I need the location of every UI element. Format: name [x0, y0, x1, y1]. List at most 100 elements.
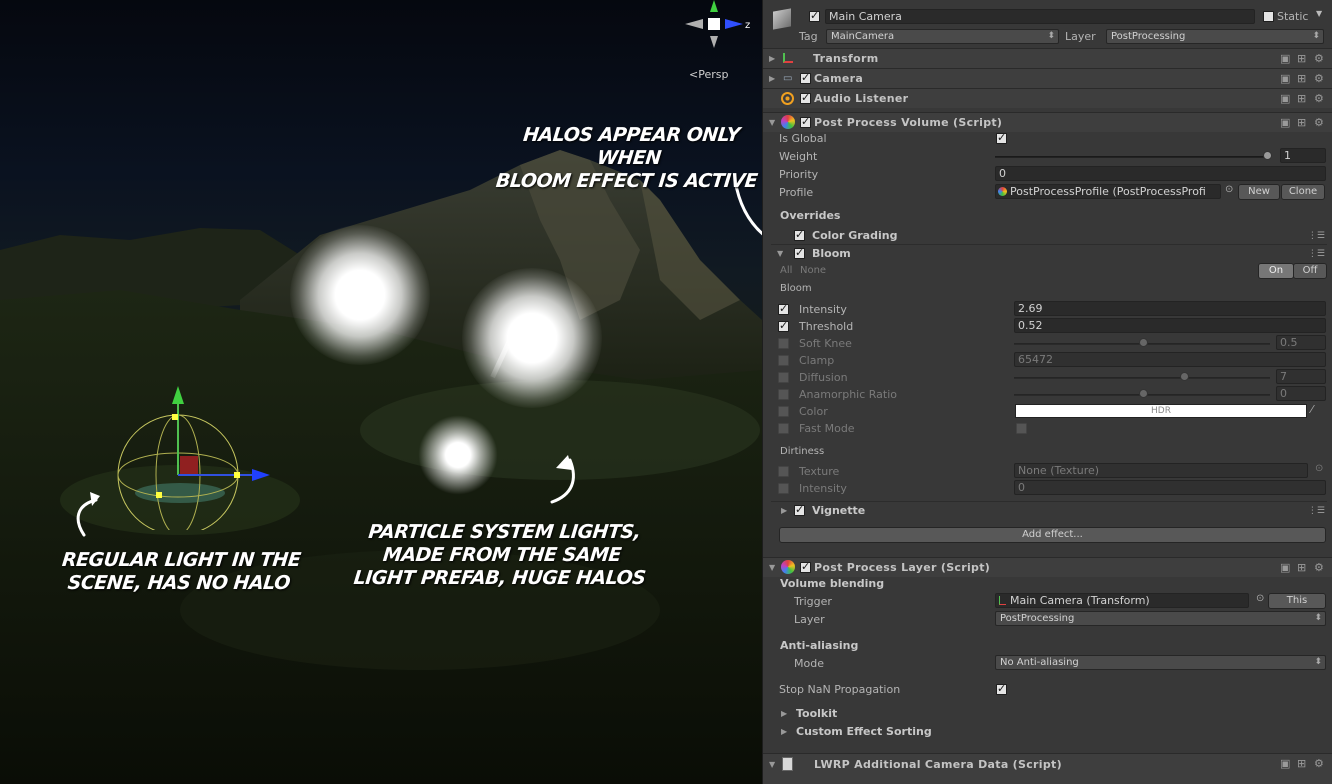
static-dropdown-icon[interactable]: ▼ — [1316, 9, 1322, 18]
gear-icon: ⚙ — [1314, 72, 1324, 85]
priority-label: Priority — [779, 168, 819, 181]
none-toggle[interactable]: None — [800, 265, 826, 276]
persp-icon: < — [689, 68, 699, 81]
dirt-intensity-override-checkbox[interactable] — [778, 483, 789, 494]
menu-icon[interactable]: ⋮☰ — [1308, 506, 1325, 516]
overrides-label: Overrides — [780, 209, 841, 222]
vignette-checkbox[interactable] — [794, 503, 805, 516]
soft-knee-override-checkbox[interactable] — [778, 338, 789, 349]
weight-slider-thumb[interactable] — [1263, 151, 1272, 160]
is-global-checkbox[interactable] — [996, 131, 1007, 144]
preset-icon: ⊞ — [1297, 52, 1307, 65]
texture-override-checkbox[interactable] — [778, 466, 789, 477]
dirt-intensity-label: Intensity — [799, 482, 847, 495]
diffusion-override-checkbox[interactable] — [778, 372, 789, 383]
layer-label: Layer — [1065, 30, 1096, 43]
perspective-label[interactable]: <Persp — [689, 68, 728, 81]
stop-nan-checkbox[interactable] — [996, 682, 1007, 695]
clamp-override-checkbox[interactable] — [778, 355, 789, 366]
fold-arrow-icon: ▼ — [777, 249, 784, 258]
fast-mode-override-checkbox[interactable] — [778, 423, 789, 434]
bloom-color-swatch: HDR — [1015, 404, 1307, 418]
post-layer-enabled-checkbox[interactable] — [800, 560, 811, 573]
anamorphic-override-checkbox[interactable] — [778, 389, 789, 400]
custom-sorting-foldout[interactable]: ▶ Custom Effect Sorting — [763, 723, 1332, 741]
add-effect-button[interactable]: Add effect... — [779, 527, 1326, 543]
intensity-override-checkbox[interactable] — [778, 302, 789, 315]
camera-enabled-checkbox[interactable] — [800, 71, 811, 84]
tag-dropdown[interactable]: MainCamera — [826, 29, 1059, 44]
color-label: Color — [799, 405, 828, 418]
this-button[interactable]: This — [1268, 593, 1326, 609]
clone-profile-button[interactable]: Clone — [1281, 184, 1325, 200]
profile-label: Profile — [779, 186, 814, 199]
gear-icon: ⚙ — [1314, 52, 1324, 65]
diffusion-field: 7 — [1276, 369, 1326, 384]
vignette-effect[interactable]: ▶ Vignette ⋮☰ — [771, 501, 1327, 519]
transform-icon — [999, 596, 1006, 605]
object-name-field[interactable]: Main Camera — [825, 9, 1255, 24]
bloom-on-button[interactable]: On — [1258, 263, 1294, 279]
audio-listener-checkbox[interactable] — [800, 91, 811, 104]
aa-mode-dropdown[interactable]: No Anti-aliasing — [995, 655, 1326, 670]
toolkit-foldout[interactable]: ▶ Toolkit — [763, 705, 1332, 723]
clamp-label: Clamp — [799, 354, 835, 367]
help-icon: ▣ — [1280, 72, 1291, 85]
color-override-checkbox[interactable] — [778, 406, 789, 417]
object-picker-icon[interactable]: ⊙ — [1225, 184, 1233, 195]
fold-arrow-icon: ▼ — [769, 118, 776, 127]
eyedropper-icon[interactable]: ⁄ — [1311, 403, 1313, 416]
priority-field[interactable]: 0 — [995, 166, 1326, 181]
fast-mode-checkbox — [1016, 423, 1027, 434]
intensity-field[interactable]: 2.69 — [1014, 301, 1326, 316]
scene-view[interactable]: z <Persp HALOS APPEAR ONLY WHEN BLOOM EFF… — [0, 0, 762, 784]
light-gizmo[interactable] — [110, 380, 280, 530]
trigger-picker-icon[interactable]: ⊙ — [1256, 593, 1264, 604]
audio-listener-header[interactable]: Audio Listener ▣⊞⚙ — [763, 88, 1332, 108]
fold-arrow-icon: ▶ — [781, 709, 788, 718]
diffusion-slider-thumb — [1180, 372, 1189, 381]
transform-header[interactable]: ▶ Transform ▣ ⊞ ⚙ — [763, 48, 1332, 68]
post-process-layer-header[interactable]: ▼ Post Process Layer (Script) ▣⊞⚙ — [763, 557, 1332, 577]
menu-icon[interactable]: ⋮☰ — [1308, 249, 1325, 259]
new-profile-button[interactable]: New — [1238, 184, 1280, 200]
color-grading-effect[interactable]: Color Grading ⋮☰ — [771, 227, 1327, 245]
weight-field[interactable]: 1 — [1280, 148, 1326, 163]
audio-listener-icon — [781, 92, 794, 105]
post-process-volume-header[interactable]: ▼ Post Process Volume (Script) ▣⊞⚙ — [763, 112, 1332, 132]
trigger-field[interactable]: Main Camera (Transform) — [995, 593, 1249, 608]
preset-icon: ⊞ — [1297, 116, 1307, 129]
bloom-off-button[interactable]: Off — [1293, 263, 1327, 279]
gear-icon: ⚙ — [1314, 561, 1324, 574]
static-label[interactable]: Static — [1277, 10, 1308, 23]
color-grading-checkbox[interactable] — [794, 228, 805, 241]
fold-arrow-icon: ▶ — [769, 54, 776, 63]
static-checkbox[interactable] — [1263, 11, 1274, 22]
menu-icon[interactable]: ⋮☰ — [1308, 231, 1325, 241]
scene-orientation-gizmo[interactable]: z — [683, 0, 755, 62]
threshold-field[interactable]: 0.52 — [1014, 318, 1326, 333]
lwrp-camera-data-header[interactable]: ▼ LWRP Additional Camera Data (Script) ▣… — [763, 753, 1332, 784]
object-active-checkbox[interactable] — [809, 9, 820, 22]
profile-field[interactable]: PostProcessProfile (PostProcessProfi — [995, 184, 1221, 199]
preset-icon: ⊞ — [1297, 72, 1307, 85]
diffusion-slider-track — [1014, 377, 1270, 379]
soft-knee-field: 0.5 — [1276, 335, 1326, 350]
weight-slider-track[interactable] — [995, 156, 1267, 158]
threshold-override-checkbox[interactable] — [778, 319, 789, 332]
anamorphic-field: 0 — [1276, 386, 1326, 401]
camera-header[interactable]: ▶ ▭ Camera ▣⊞⚙ — [763, 68, 1332, 88]
bloom-checkbox[interactable] — [794, 246, 805, 259]
dirtiness-section-label: Dirtiness — [780, 446, 825, 457]
fold-arrow-icon: ▼ — [769, 563, 776, 572]
annotation-top: HALOS APPEAR ONLY WHEN BLOOM EFFECT IS AC… — [494, 124, 759, 192]
script-icon — [782, 757, 793, 771]
anamorphic-slider-thumb — [1139, 389, 1148, 398]
post-volume-enabled-checkbox[interactable] — [800, 115, 811, 128]
gear-icon: ⚙ — [1314, 92, 1324, 105]
all-toggle[interactable]: All — [780, 265, 792, 276]
layer-mask-dropdown[interactable]: PostProcessing — [995, 611, 1326, 626]
bloom-effect[interactable]: ▼ Bloom ⋮☰ — [771, 245, 1327, 263]
fold-arrow-icon: ▶ — [781, 727, 788, 736]
layer-dropdown[interactable]: PostProcessing — [1106, 29, 1324, 44]
